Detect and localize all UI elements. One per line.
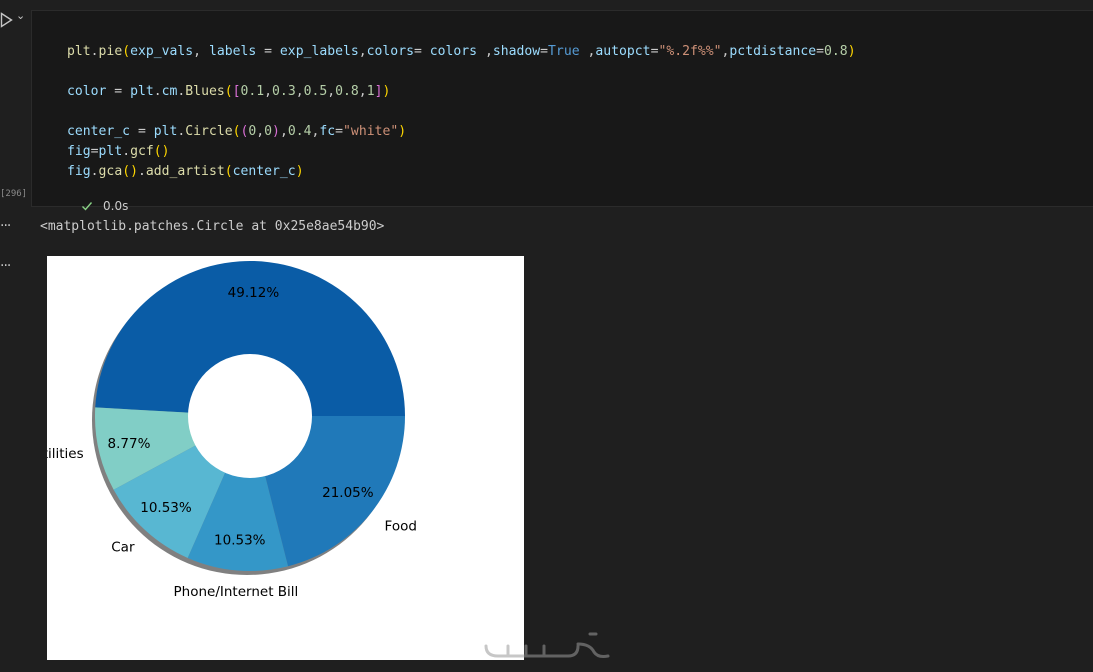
pie-category-label: Food — [385, 519, 417, 535]
watermark-logo — [484, 632, 610, 658]
code-cell[interactable]: plt.pie(exp_vals, labels = exp_labels,co… — [31, 10, 1093, 213]
run-cell-icon[interactable] — [0, 12, 14, 28]
cell-status: 0.0s — [81, 198, 128, 214]
code-line: fig.gca().add_artist(center_c) — [67, 164, 304, 179]
pie-category-label: Other Utilities — [47, 446, 84, 462]
output-more-icon[interactable]: ··· — [0, 259, 18, 273]
pie-category-label: Phone/Internet Bill — [174, 584, 299, 600]
donut-center-circle — [188, 354, 312, 478]
pie-pct-label: 49.12% — [228, 285, 280, 301]
output-more-icon[interactable]: ··· — [0, 219, 18, 233]
code-line: fig=plt.gcf() — [67, 144, 170, 159]
execution-time: 0.0s — [103, 199, 129, 213]
pie-chart-figure: 49.12%Home Rent8.77%Other Utilities10.53… — [47, 256, 524, 660]
chevron-down-icon[interactable]: ⌄ — [16, 10, 26, 21]
pie-pct-label: 10.53% — [214, 533, 266, 549]
pie-category-label: Car — [111, 539, 135, 555]
execution-count: [296] — [0, 189, 28, 199]
pie-pct-label: 21.05% — [322, 485, 374, 501]
output-text: <matplotlib.patches.Circle at 0x25e8ae54… — [40, 219, 385, 234]
pie-chart: 49.12%Home Rent8.77%Other Utilities10.53… — [47, 261, 417, 600]
code-line: color = plt.cm.Blues([0.1,0.3,0.5,0.8,1]… — [67, 84, 391, 99]
pie-pct-label: 8.77% — [108, 436, 151, 452]
check-icon — [82, 202, 93, 211]
code-line: center_c = plt.Circle((0,0),0.4,fc="whit… — [67, 124, 407, 139]
cell-gutter: ⌄ [296] ··· ··· — [0, 0, 32, 672]
code-editor[interactable]: plt.pie(exp_vals, labels = exp_labels,co… — [67, 42, 856, 182]
code-line: plt.pie(exp_vals, labels = exp_labels,co… — [67, 44, 856, 59]
pie-pct-label: 10.53% — [140, 500, 192, 516]
